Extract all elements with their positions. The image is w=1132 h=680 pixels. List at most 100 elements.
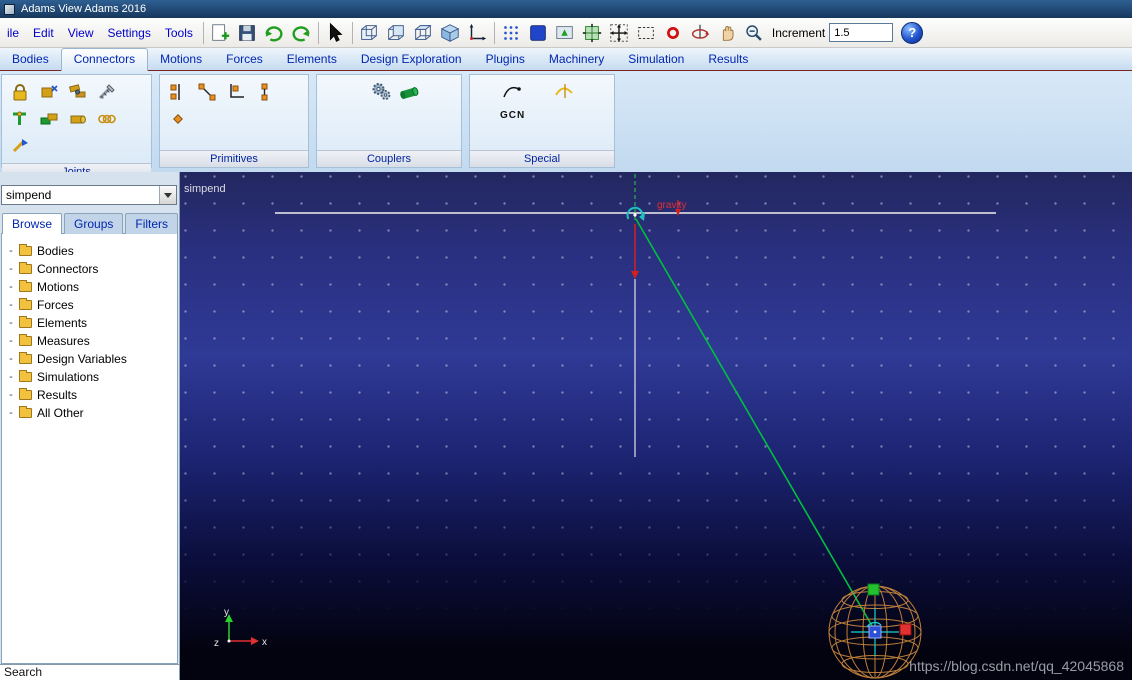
model-selector-dropdown[interactable]: simpend [1,185,177,205]
tree-item-label: All Other [37,406,84,420]
help-icon[interactable]: ? [901,21,924,44]
model-browser: simpend Browse Groups Filters - Bodies -… [0,172,180,680]
tab-connectors[interactable]: Connectors [60,48,149,71]
expander-icon[interactable]: - [8,389,14,401]
front-view-icon[interactable] [356,20,383,46]
translational-joint-icon[interactable] [66,80,90,104]
center-view-icon[interactable] [660,20,687,46]
new-model-icon[interactable] [207,20,234,46]
menu-edit[interactable]: Edit [26,26,61,40]
tree-item-all-other[interactable]: - All Other [2,404,177,422]
parallel-axes-primitive-icon[interactable] [195,80,219,104]
expander-icon[interactable]: - [8,281,14,293]
tree-item-simulations[interactable]: - Simulations [2,368,177,386]
tree-item-connectors[interactable]: - Connectors [2,260,177,278]
tab-filters[interactable]: Filters [125,213,179,234]
view-window-icon[interactable] [552,20,579,46]
menu-settings[interactable]: Settings [101,26,158,40]
expander-icon[interactable]: - [8,353,14,365]
expander-icon[interactable]: - [8,407,14,419]
pendulum-link[interactable] [635,218,876,632]
rotate-view-icon[interactable] [687,20,714,46]
wireframe-dots-icon[interactable] [498,20,525,46]
model-canvas[interactable]: gravity y x z [180,172,1132,680]
model-selector-value: simpend [6,188,52,202]
top-view-icon[interactable] [410,20,437,46]
menu-file[interactable]: ile [0,26,26,40]
pan-hand-icon[interactable] [714,20,741,46]
tree-item-measures[interactable]: - Measures [2,332,177,350]
fit-view-icon[interactable] [579,20,606,46]
expander-icon[interactable]: - [8,335,14,347]
tab-browse[interactable]: Browse [2,213,63,234]
curve-constraint-icon[interactable] [500,80,524,104]
inline-primitive-icon[interactable] [166,80,190,104]
shaded-view-icon[interactable] [437,20,464,46]
tree-item-label: Elements [37,316,88,330]
origin-axes-icon[interactable] [464,20,491,46]
general-constraint-icon[interactable]: GCN [500,110,525,121]
view-triad: y x z [214,607,267,649]
tab-elements[interactable]: Elements [275,49,349,70]
revolute-joint-icon[interactable] [37,80,61,104]
hooke-joint-icon[interactable] [8,107,32,131]
expander-icon[interactable]: - [8,299,14,311]
tab-forces[interactable]: Forces [214,49,275,70]
gears-icon[interactable] [369,80,393,104]
coupler-cylinder-icon[interactable] [398,80,422,104]
tab-bodies[interactable]: Bodies [0,49,61,70]
right-view-icon[interactable] [383,20,410,46]
fixed-joint-icon[interactable] [8,80,32,104]
app-icon [4,3,15,15]
expander-icon[interactable]: - [8,245,14,257]
tree-item-forces[interactable]: - Forces [2,296,177,314]
expander-icon[interactable]: - [8,371,14,383]
redo-icon[interactable] [261,20,288,46]
select-cursor-icon[interactable] [322,20,349,46]
tree-item-motions[interactable]: - Motions [2,278,177,296]
tab-plugins[interactable]: Plugins [474,49,537,70]
screw-joint-icon[interactable] [95,80,119,104]
constant-velocity-joint-icon[interactable] [8,134,32,158]
increment-input[interactable] [829,23,894,42]
menu-tools[interactable]: Tools [158,26,200,40]
shaded-render-icon[interactable] [525,20,552,46]
orientation-primitive-icon[interactable] [253,80,277,104]
select-box-icon[interactable] [633,20,660,46]
cylindrical-joint-icon[interactable] [66,107,90,131]
planar-joint-icon[interactable] [37,107,61,131]
tab-results[interactable]: Results [696,49,760,70]
folder-icon [19,388,32,400]
tree-item-label: Bodies [37,244,74,258]
tree-item-bodies[interactable]: - Bodies [2,242,177,260]
tab-groups[interactable]: Groups [64,213,124,234]
gravity-arrow[interactable] [631,200,681,279]
tab-motions[interactable]: Motions [148,49,214,70]
dropdown-button[interactable] [159,186,176,204]
zoom-icon[interactable] [741,20,768,46]
search-field[interactable]: Search [0,664,179,680]
tree-item-results[interactable]: - Results [2,386,177,404]
save-icon[interactable] [234,20,261,46]
tab-machinery[interactable]: Machinery [537,49,616,70]
tab-design-exploration[interactable]: Design Exploration [349,49,474,70]
hotpoint-right [899,623,912,636]
viewport[interactable]: gravity y x z simpend https://blog.csdn.… [180,172,1132,680]
perpendicular-primitive-icon[interactable] [224,80,248,104]
tree-item-design-variables[interactable]: - Design Variables [2,350,177,368]
menu-toolbar-row: ile Edit View Settings Tools Increment 1… [0,18,1132,48]
spring-coil-icon[interactable] [95,107,119,131]
expander-icon[interactable]: - [8,317,14,329]
ribbon-group-special: GCN Special [469,74,615,168]
folder-icon [19,298,32,310]
folder-icon [19,262,32,274]
curve-curve-icon[interactable] [552,80,576,104]
translate-view-icon[interactable] [606,20,633,46]
separator [493,21,495,44]
expander-icon[interactable]: - [8,263,14,275]
menu-view[interactable]: View [61,26,101,40]
point-primitive-icon[interactable] [166,107,190,131]
tab-simulation[interactable]: Simulation [616,49,696,70]
tree-item-elements[interactable]: - Elements [2,314,177,332]
undo-icon[interactable] [288,20,315,46]
